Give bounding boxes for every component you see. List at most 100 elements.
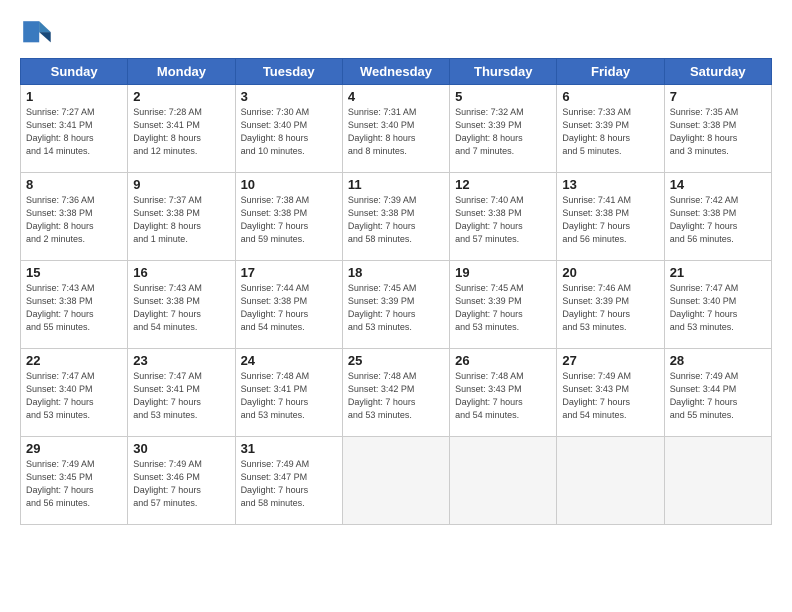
logo-icon	[20, 18, 52, 50]
week-row-2: 8 Sunrise: 7:36 AMSunset: 3:38 PMDaylight…	[21, 173, 772, 261]
calendar-cell: 30 Sunrise: 7:49 AMSunset: 3:46 PMDayligh…	[128, 437, 235, 525]
day-header-tuesday: Tuesday	[235, 59, 342, 85]
calendar-cell: 16 Sunrise: 7:43 AMSunset: 3:38 PMDayligh…	[128, 261, 235, 349]
calendar-cell: 14Sunrise: 7:42 AMSunset: 3:38 PMDayligh…	[664, 173, 771, 261]
day-info: Sunrise: 7:33 AMSunset: 3:39 PMDaylight:…	[562, 106, 658, 158]
day-number: 19	[455, 265, 551, 280]
calendar-cell: 22 Sunrise: 7:47 AMSunset: 3:40 PMDayligh…	[21, 349, 128, 437]
day-number: 24	[241, 353, 337, 368]
day-number: 22	[26, 353, 122, 368]
day-info: Sunrise: 7:40 AMSunset: 3:38 PMDaylight:…	[455, 194, 551, 246]
calendar-cell: 13 Sunrise: 7:41 AMSunset: 3:38 PMDayligh…	[557, 173, 664, 261]
calendar-cell	[557, 437, 664, 525]
day-info: Sunrise: 7:45 AMSunset: 3:39 PMDaylight:…	[348, 282, 444, 334]
calendar-cell	[664, 437, 771, 525]
day-header-monday: Monday	[128, 59, 235, 85]
day-info: Sunrise: 7:39 AMSunset: 3:38 PMDaylight:…	[348, 194, 444, 246]
week-row-5: 29 Sunrise: 7:49 AMSunset: 3:45 PMDayligh…	[21, 437, 772, 525]
calendar-cell: 10 Sunrise: 7:38 AMSunset: 3:38 PMDayligh…	[235, 173, 342, 261]
day-header-wednesday: Wednesday	[342, 59, 449, 85]
day-number: 20	[562, 265, 658, 280]
day-number: 17	[241, 265, 337, 280]
day-number: 25	[348, 353, 444, 368]
day-info: Sunrise: 7:43 AMSunset: 3:38 PMDaylight:…	[133, 282, 229, 334]
calendar-cell: 27Sunrise: 7:49 AMSunset: 3:43 PMDayligh…	[557, 349, 664, 437]
calendar-cell: 23Sunrise: 7:47 AMSunset: 3:41 PMDayligh…	[128, 349, 235, 437]
logo	[20, 18, 56, 50]
calendar-cell: 8 Sunrise: 7:36 AMSunset: 3:38 PMDaylight…	[21, 173, 128, 261]
day-header-thursday: Thursday	[450, 59, 557, 85]
day-info: Sunrise: 7:45 AMSunset: 3:39 PMDaylight:…	[455, 282, 551, 334]
day-info: Sunrise: 7:49 AMSunset: 3:47 PMDaylight:…	[241, 458, 337, 510]
calendar-cell: 6 Sunrise: 7:33 AMSunset: 3:39 PMDaylight…	[557, 85, 664, 173]
day-number: 9	[133, 177, 229, 192]
calendar-cell: 1 Sunrise: 7:27 AMSunset: 3:41 PMDaylight…	[21, 85, 128, 173]
day-number: 13	[562, 177, 658, 192]
day-number: 10	[241, 177, 337, 192]
day-info: Sunrise: 7:48 AMSunset: 3:42 PMDaylight:…	[348, 370, 444, 422]
calendar-cell: 29 Sunrise: 7:49 AMSunset: 3:45 PMDayligh…	[21, 437, 128, 525]
calendar-cell: 9 Sunrise: 7:37 AMSunset: 3:38 PMDaylight…	[128, 173, 235, 261]
calendar-cell: 17 Sunrise: 7:44 AMSunset: 3:38 PMDayligh…	[235, 261, 342, 349]
day-number: 26	[455, 353, 551, 368]
calendar-cell: 5 Sunrise: 7:32 AMSunset: 3:39 PMDaylight…	[450, 85, 557, 173]
day-header-sunday: Sunday	[21, 59, 128, 85]
day-info: Sunrise: 7:47 AMSunset: 3:40 PMDaylight:…	[26, 370, 122, 422]
calendar: SundayMondayTuesdayWednesdayThursdayFrid…	[20, 58, 772, 525]
day-number: 12	[455, 177, 551, 192]
calendar-header-row: SundayMondayTuesdayWednesdayThursdayFrid…	[21, 59, 772, 85]
day-number: 11	[348, 177, 444, 192]
day-info: Sunrise: 7:27 AMSunset: 3:41 PMDaylight:…	[26, 106, 122, 158]
day-number: 18	[348, 265, 444, 280]
day-info: Sunrise: 7:49 AMSunset: 3:46 PMDaylight:…	[133, 458, 229, 510]
calendar-cell: 26Sunrise: 7:48 AMSunset: 3:43 PMDayligh…	[450, 349, 557, 437]
day-number: 16	[133, 265, 229, 280]
calendar-cell: 21 Sunrise: 7:47 AMSunset: 3:40 PMDayligh…	[664, 261, 771, 349]
day-info: Sunrise: 7:49 AMSunset: 3:45 PMDaylight:…	[26, 458, 122, 510]
day-number: 8	[26, 177, 122, 192]
day-info: Sunrise: 7:30 AMSunset: 3:40 PMDaylight:…	[241, 106, 337, 158]
day-header-saturday: Saturday	[664, 59, 771, 85]
day-info: Sunrise: 7:37 AMSunset: 3:38 PMDaylight:…	[133, 194, 229, 246]
day-info: Sunrise: 7:46 AMSunset: 3:39 PMDaylight:…	[562, 282, 658, 334]
day-number: 6	[562, 89, 658, 104]
calendar-cell: 24 Sunrise: 7:48 AMSunset: 3:41 PMDayligh…	[235, 349, 342, 437]
day-info: Sunrise: 7:44 AMSunset: 3:38 PMDaylight:…	[241, 282, 337, 334]
day-number: 30	[133, 441, 229, 456]
day-info: Sunrise: 7:42 AMSunset: 3:38 PMDaylight:…	[670, 194, 766, 246]
day-number: 15	[26, 265, 122, 280]
calendar-cell: 31 Sunrise: 7:49 AMSunset: 3:47 PMDayligh…	[235, 437, 342, 525]
calendar-cell: 3 Sunrise: 7:30 AMSunset: 3:40 PMDaylight…	[235, 85, 342, 173]
day-info: Sunrise: 7:49 AMSunset: 3:43 PMDaylight:…	[562, 370, 658, 422]
day-number: 3	[241, 89, 337, 104]
day-number: 7	[670, 89, 766, 104]
day-number: 1	[26, 89, 122, 104]
calendar-cell	[342, 437, 449, 525]
day-number: 23	[133, 353, 229, 368]
day-number: 4	[348, 89, 444, 104]
day-number: 21	[670, 265, 766, 280]
day-info: Sunrise: 7:38 AMSunset: 3:38 PMDaylight:…	[241, 194, 337, 246]
day-info: Sunrise: 7:49 AMSunset: 3:44 PMDaylight:…	[670, 370, 766, 422]
day-number: 29	[26, 441, 122, 456]
calendar-cell	[450, 437, 557, 525]
page: SundayMondayTuesdayWednesdayThursdayFrid…	[0, 0, 792, 612]
day-info: Sunrise: 7:41 AMSunset: 3:38 PMDaylight:…	[562, 194, 658, 246]
day-info: Sunrise: 7:28 AMSunset: 3:41 PMDaylight:…	[133, 106, 229, 158]
calendar-cell: 12 Sunrise: 7:40 AMSunset: 3:38 PMDayligh…	[450, 173, 557, 261]
day-info: Sunrise: 7:36 AMSunset: 3:38 PMDaylight:…	[26, 194, 122, 246]
week-row-1: 1 Sunrise: 7:27 AMSunset: 3:41 PMDaylight…	[21, 85, 772, 173]
day-number: 5	[455, 89, 551, 104]
day-number: 31	[241, 441, 337, 456]
day-info: Sunrise: 7:43 AMSunset: 3:38 PMDaylight:…	[26, 282, 122, 334]
day-info: Sunrise: 7:47 AMSunset: 3:40 PMDaylight:…	[670, 282, 766, 334]
calendar-cell: 2 Sunrise: 7:28 AMSunset: 3:41 PMDaylight…	[128, 85, 235, 173]
calendar-cell: 25 Sunrise: 7:48 AMSunset: 3:42 PMDayligh…	[342, 349, 449, 437]
calendar-cell: 7Sunrise: 7:35 AMSunset: 3:38 PMDaylight…	[664, 85, 771, 173]
calendar-cell: 4Sunrise: 7:31 AMSunset: 3:40 PMDaylight…	[342, 85, 449, 173]
day-info: Sunrise: 7:32 AMSunset: 3:39 PMDaylight:…	[455, 106, 551, 158]
day-info: Sunrise: 7:48 AMSunset: 3:41 PMDaylight:…	[241, 370, 337, 422]
day-number: 2	[133, 89, 229, 104]
week-row-4: 22 Sunrise: 7:47 AMSunset: 3:40 PMDayligh…	[21, 349, 772, 437]
calendar-body: 1 Sunrise: 7:27 AMSunset: 3:41 PMDaylight…	[21, 85, 772, 525]
